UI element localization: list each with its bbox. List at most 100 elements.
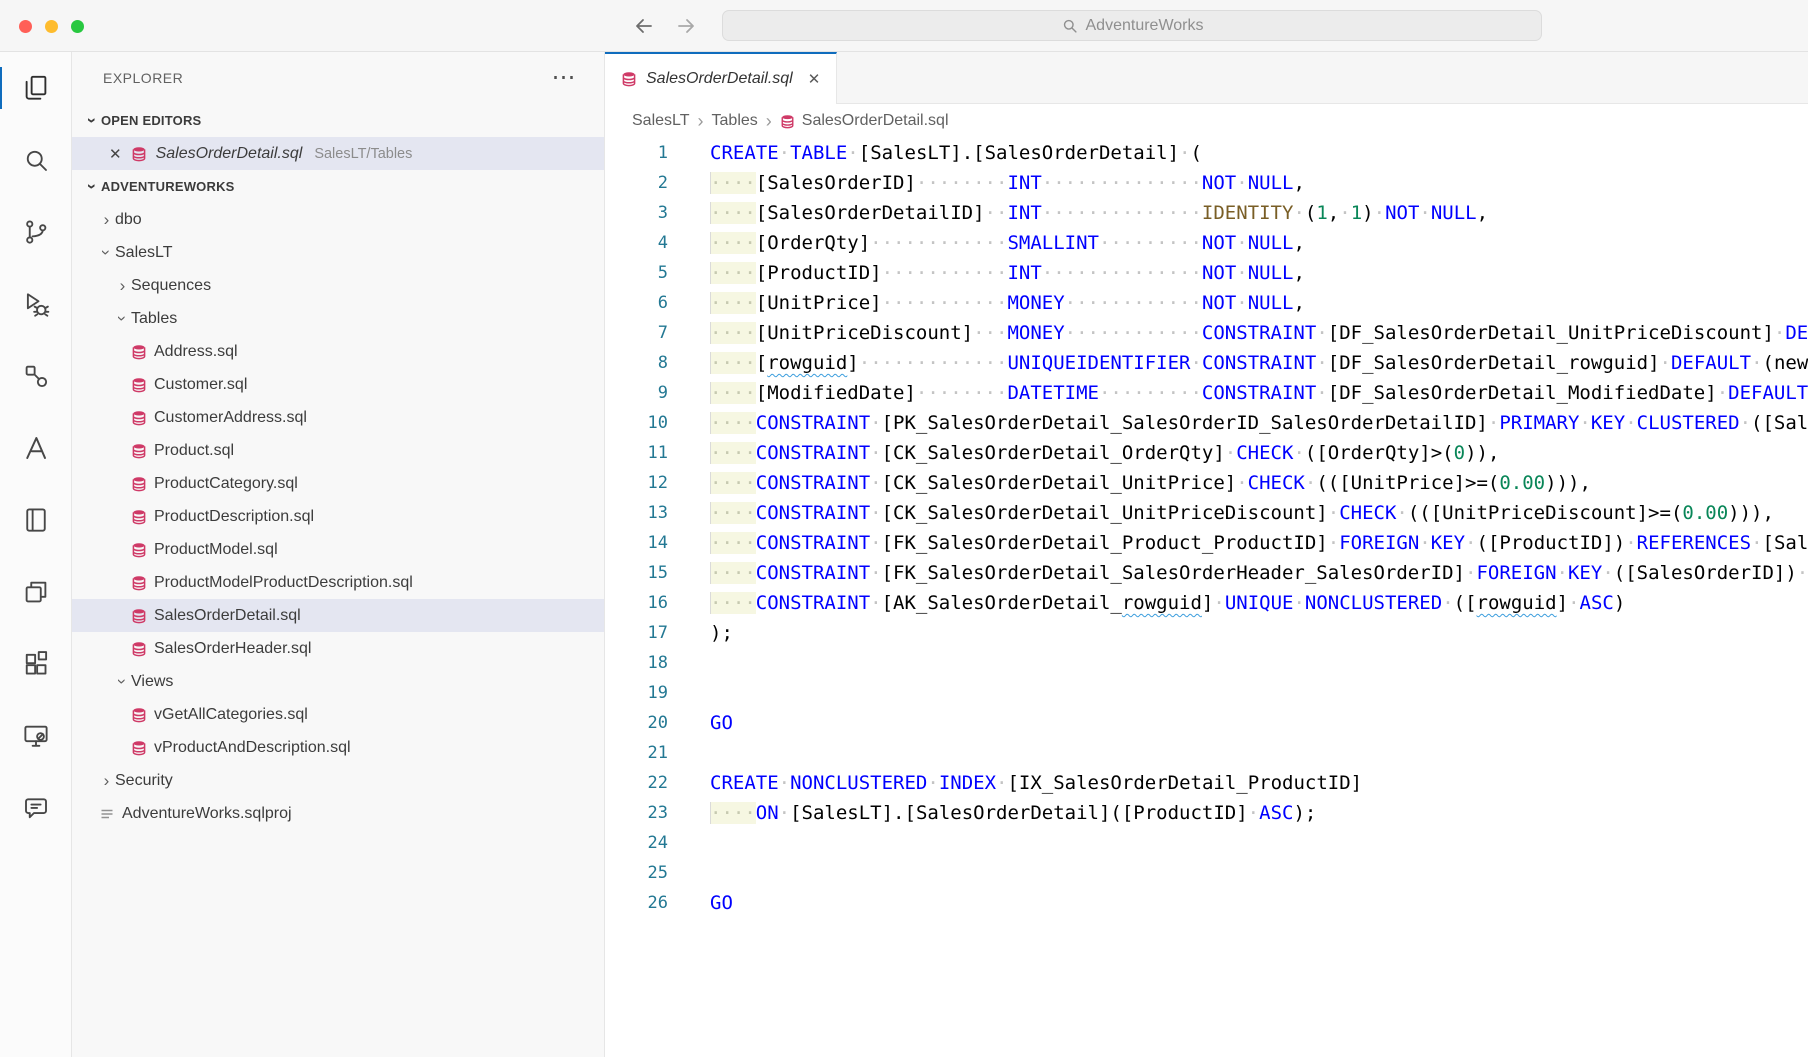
code-line-22[interactable]: 22CREATE·NONCLUSTERED·INDEX·[IX_SalesOrd… [605,768,1808,798]
code-line-content: ····[UnitPriceDiscount]···MONEY·········… [668,318,1808,348]
line-number[interactable]: 22 [605,768,668,798]
code-line-16[interactable]: 16····CONSTRAINT·[AK_SalesOrderDetail_ro… [605,588,1808,618]
code-line-9[interactable]: 9····[ModifiedDate]········DATETIME·····… [605,378,1808,408]
tree-item-productcategory-sql[interactable]: ProductCategory.sql [72,467,604,500]
activity-references[interactable] [0,340,71,412]
code-line-2[interactable]: 2····[SalesOrderID]········INT··········… [605,168,1808,198]
tree-item-tables[interactable]: ›Tables [72,302,604,335]
line-number[interactable]: 23 [605,798,668,828]
line-number[interactable]: 4 [605,228,668,258]
tree-item-vproductanddescription-sql[interactable]: vProductAndDescription.sql [72,731,604,764]
code-line-1[interactable]: 1CREATE·TABLE·[SalesLT].[SalesOrderDetai… [605,138,1808,168]
tree-item-saleslt[interactable]: ›SalesLT [72,236,604,269]
code-line-18[interactable]: 18 [605,648,1808,678]
activity-notebooks[interactable] [0,484,71,556]
breadcrumb-folder[interactable]: Tables [712,112,758,130]
activity-search[interactable] [0,124,71,196]
code-line-10[interactable]: 10····CONSTRAINT·[PK_SalesOrderDetail_Sa… [605,408,1808,438]
line-number[interactable]: 2 [605,168,668,198]
line-number[interactable]: 9 [605,378,668,408]
code-line-6[interactable]: 6····[UnitPrice]···········MONEY········… [605,288,1808,318]
tree-item-views[interactable]: ›Views [72,665,604,698]
tree-item-vgetallcategories-sql[interactable]: vGetAllCategories.sql [72,698,604,731]
code-line-17[interactable]: 17); [605,618,1808,648]
code-line-13[interactable]: 13····CONSTRAINT·[CK_SalesOrderDetail_Un… [605,498,1808,528]
code-line-4[interactable]: 4····[OrderQty]············SMALLINT·····… [605,228,1808,258]
tree-item-product-sql[interactable]: Product.sql [72,434,604,467]
code-line-19[interactable]: 19 [605,678,1808,708]
line-number[interactable]: 19 [605,678,668,708]
tree-item-salesorderdetail-sql[interactable]: SalesOrderDetail.sql [72,599,604,632]
code-line-25[interactable]: 25 [605,858,1808,888]
tree-item-productmodelproductdescription-sql[interactable]: ProductModelProductDescription.sql [72,566,604,599]
activity-explorer[interactable] [0,52,71,124]
line-number[interactable]: 26 [605,888,668,918]
more-actions-icon[interactable]: ⋯ [552,66,577,90]
line-number[interactable]: 21 [605,738,668,768]
line-number[interactable]: 24 [605,828,668,858]
line-number[interactable]: 11 [605,438,668,468]
close-icon[interactable]: ✕ [109,145,122,163]
tree-item-productmodel-sql[interactable]: ProductModel.sql [72,533,604,566]
code-line-23[interactable]: 23····ON·[SalesLT].[SalesOrderDetail]([P… [605,798,1808,828]
back-button[interactable] [632,14,656,38]
code-line-21[interactable]: 21 [605,738,1808,768]
code-line-3[interactable]: 3····[SalesOrderDetailID]··INT··········… [605,198,1808,228]
line-number[interactable]: 1 [605,138,668,168]
code-line-7[interactable]: 7····[UnitPriceDiscount]···MONEY········… [605,318,1808,348]
code-line-14[interactable]: 14····CONSTRAINT·[FK_SalesOrderDetail_Pr… [605,528,1808,558]
code-line-12[interactable]: 12····CONSTRAINT·[CK_SalesOrderDetail_Un… [605,468,1808,498]
tree-item-adventureworks-sqlproj[interactable]: AdventureWorks.sqlproj [72,797,604,830]
line-number[interactable]: 12 [605,468,668,498]
tree-item-salesorderheader-sql[interactable]: SalesOrderHeader.sql [72,632,604,665]
line-number[interactable]: 16 [605,588,668,618]
close-icon[interactable]: ✕ [808,70,821,88]
tree-item-productdescription-sql[interactable]: ProductDescription.sql [72,500,604,533]
activity-feedback[interactable] [0,772,71,844]
code-editor[interactable]: 1CREATE·TABLE·[SalesLT].[SalesOrderDetai… [605,138,1808,1057]
line-number[interactable]: 7 [605,318,668,348]
activity-azure[interactable] [0,412,71,484]
code-line-15[interactable]: 15····CONSTRAINT·[FK_SalesOrderDetail_Sa… [605,558,1808,588]
command-center-search[interactable]: AdventureWorks [722,10,1542,41]
tree-item-customer-sql[interactable]: Customer.sql [72,368,604,401]
code-line-11[interactable]: 11····CONSTRAINT·[CK_SalesOrderDetail_Or… [605,438,1808,468]
tree-item-sequences[interactable]: ›Sequences [72,269,604,302]
line-number[interactable]: 6 [605,288,668,318]
breadcrumb-schema[interactable]: SalesLT [632,112,690,130]
tree-item-security[interactable]: ›Security [72,764,604,797]
line-number[interactable]: 3 [605,198,668,228]
section-workspace[interactable]: › ADVENTUREWORKS [72,170,604,203]
tab-salesorderdetail-sql[interactable]: SalesOrderDetail.sql ✕ [605,52,837,104]
activity-editor-windows[interactable] [0,556,71,628]
line-number[interactable]: 20 [605,708,668,738]
line-number[interactable]: 13 [605,498,668,528]
code-line-5[interactable]: 5····[ProductID]···········INT··········… [605,258,1808,288]
minimize-window-button[interactable] [45,20,58,33]
breadcrumb-file[interactable]: SalesOrderDetail.sql [802,112,949,130]
tree-item-address-sql[interactable]: Address.sql [72,335,604,368]
section-open-editors[interactable]: › OPEN EDITORS [72,104,604,137]
code-line-24[interactable]: 24 [605,828,1808,858]
code-line-20[interactable]: 20GO [605,708,1808,738]
line-number[interactable]: 25 [605,858,668,888]
activity-extensions[interactable] [0,628,71,700]
code-line-26[interactable]: 26GO [605,888,1808,918]
line-number[interactable]: 14 [605,528,668,558]
tree-item-customeraddress-sql[interactable]: CustomerAddress.sql [72,401,604,434]
forward-button[interactable] [674,14,698,38]
line-number[interactable]: 18 [605,648,668,678]
code-line-8[interactable]: 8····[rowguid]·············UNIQUEIDENTIF… [605,348,1808,378]
line-number[interactable]: 5 [605,258,668,288]
activity-remote-devices[interactable] [0,700,71,772]
line-number[interactable]: 10 [605,408,668,438]
close-window-button[interactable] [19,20,32,33]
line-number[interactable]: 17 [605,618,668,648]
activity-source-control[interactable] [0,196,71,268]
open-editor-item[interactable]: ✕ SalesOrderDetail.sql SalesLT/Tables [72,137,604,170]
line-number[interactable]: 8 [605,348,668,378]
activity-run-debug[interactable] [0,268,71,340]
line-number[interactable]: 15 [605,558,668,588]
zoom-window-button[interactable] [71,20,84,33]
tree-item-dbo[interactable]: ›dbo [72,203,604,236]
